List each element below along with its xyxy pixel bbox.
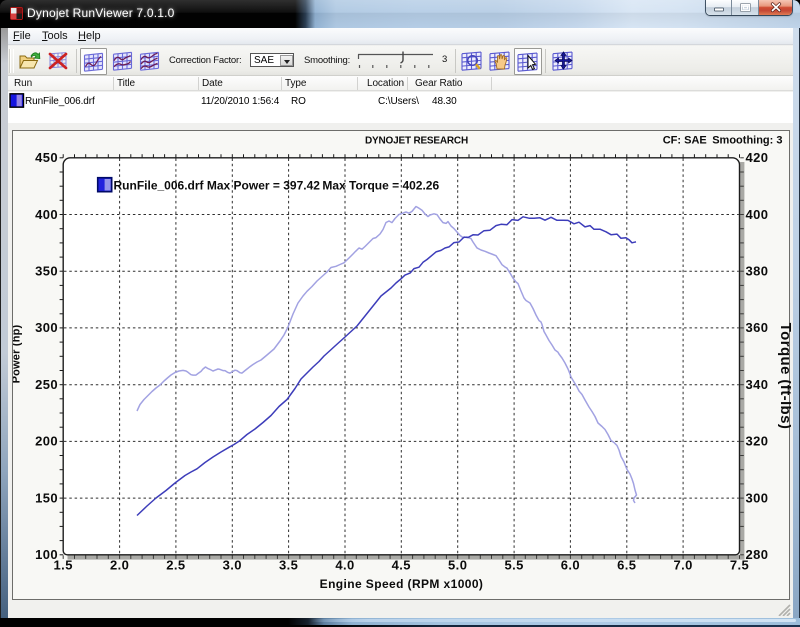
svg-text:Power (hp): Power (hp) <box>13 324 23 383</box>
svg-text:7.5: 7.5 <box>730 558 749 573</box>
svg-text:Torque (ft-lbs): Torque (ft-lbs) <box>777 323 791 430</box>
svg-text:6.0: 6.0 <box>561 558 580 573</box>
svg-text:3.0: 3.0 <box>223 558 242 573</box>
svg-text:DYNOJET RESEARCH: DYNOJET RESEARCH <box>365 136 468 147</box>
svg-text:350: 350 <box>35 264 58 279</box>
svg-text:4.5: 4.5 <box>392 558 411 573</box>
svg-text:7.0: 7.0 <box>673 558 692 573</box>
svg-text:250: 250 <box>35 377 58 392</box>
svg-text:Engine Speed (RPM x1000): Engine Speed (RPM x1000) <box>320 577 484 591</box>
svg-text:4.0: 4.0 <box>335 558 354 573</box>
svg-text:3.5: 3.5 <box>279 558 298 573</box>
svg-text:6.5: 6.5 <box>617 558 636 573</box>
svg-text:2.5: 2.5 <box>166 558 185 573</box>
svg-text:400: 400 <box>35 207 58 222</box>
svg-text:380: 380 <box>746 264 769 279</box>
svg-text:320: 320 <box>746 434 769 449</box>
svg-text:200: 200 <box>35 434 58 449</box>
svg-text:RunFile_006.drf Max Power = 39: RunFile_006.drf Max Power = 397.42 Max T… <box>114 179 440 193</box>
svg-text:300: 300 <box>746 490 769 505</box>
svg-text:450: 450 <box>35 150 58 165</box>
svg-text:420: 420 <box>746 150 769 165</box>
svg-text:2.0: 2.0 <box>110 558 129 573</box>
svg-text:5.5: 5.5 <box>504 558 523 573</box>
svg-text:300: 300 <box>35 320 58 335</box>
svg-text:150: 150 <box>35 490 58 505</box>
svg-text:CF: SAE Smoothing: 3: CF: SAE Smoothing: 3 <box>663 135 783 147</box>
svg-text:360: 360 <box>746 320 769 335</box>
svg-text:400: 400 <box>746 207 769 222</box>
svg-text:1.5: 1.5 <box>54 558 73 573</box>
svg-text:340: 340 <box>746 377 769 392</box>
svg-text:5.0: 5.0 <box>448 558 467 573</box>
